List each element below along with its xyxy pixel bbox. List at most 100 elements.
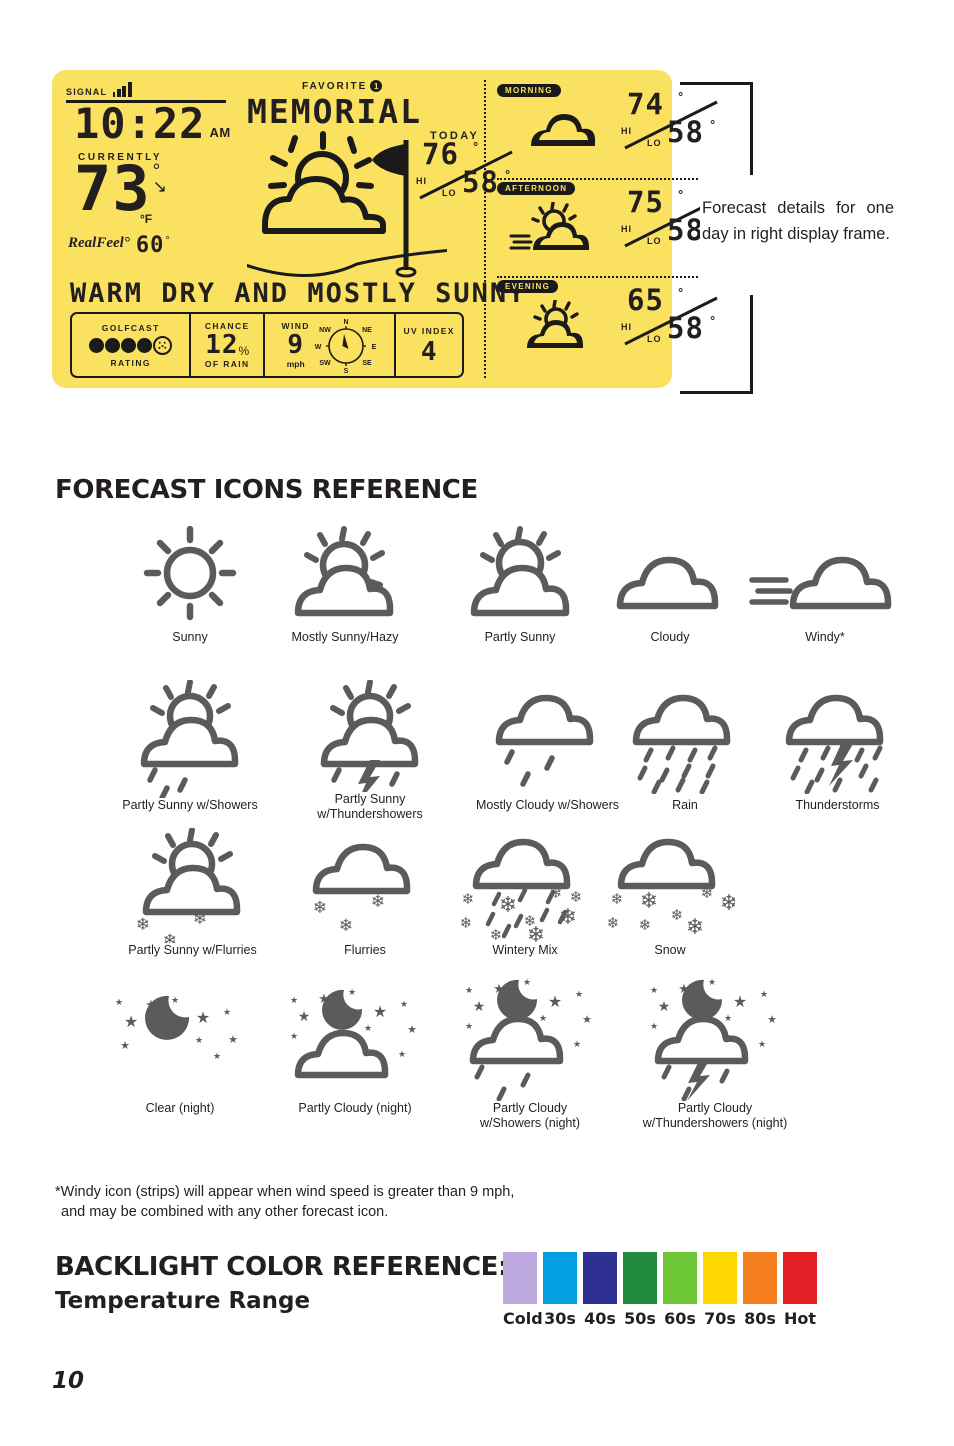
svg-text:★: ★: [760, 990, 768, 1000]
svg-text:❄: ❄: [640, 889, 658, 914]
icon-cell-partly-cloudy-thundershowers-night: ★ ★ ★ ★ ★ ★ ★ ★ ★ ★ Partly Cloudy w/Thun…: [600, 973, 830, 1131]
swatch-70s: 70s: [703, 1252, 737, 1328]
svg-text:❄: ❄: [371, 892, 385, 912]
svg-text:NE: NE: [362, 327, 372, 334]
windy-icon: [745, 525, 905, 630]
svg-text:❄: ❄: [460, 914, 472, 932]
icon-cell-clear-night: ★ ★ ★ ★ ★ ★ ★ ★ ★ ★ ★ ★ Clear (night): [95, 973, 265, 1116]
partly-sunny-windy-icon: [509, 202, 589, 250]
evening-hi-value: 65: [627, 283, 664, 317]
chance-value: 12: [205, 330, 239, 360]
icon-cell-snow: ❄ ❄ ❄ ❄ ❄ ❄ ❄ ❄ Snow: [585, 828, 755, 958]
icon-cell-partly-sunny-showers: Partly Sunny w/Showers: [95, 680, 285, 813]
icon-cell-windy: Windy*: [745, 525, 905, 645]
realfeel-degree-icon: °: [165, 235, 170, 247]
current-temp-value: 73: [74, 152, 151, 225]
icon-label: Rain: [672, 798, 698, 812]
footnote-line-2: and may be combined with any other forec…: [61, 1204, 389, 1220]
svg-text:★: ★: [115, 998, 123, 1008]
icon-row-2: Partly Sunny w/Showers Partly Sunny w/Th…: [55, 680, 900, 828]
forecast-banner-text: WARM DRY AND MOSTLY SUNNY: [70, 278, 527, 309]
page-number: 10: [52, 1368, 85, 1394]
degree-group: ° ↘: [153, 162, 167, 195]
icon-cell-partly-sunny-thundershowers: Partly Sunny w/Thundershowers: [280, 680, 460, 822]
icon-label: Partly Cloudy (night): [298, 1101, 412, 1115]
swatch-label: Hot: [783, 1309, 817, 1328]
icon-cell-partly-cloudy-showers-night: ★ ★ ★ ★ ★ ★ ★ ★ ★ ★ Partly Cloudy w/Show…: [440, 973, 620, 1131]
svg-text:★: ★: [650, 1022, 658, 1032]
uv-title: UV INDEX: [403, 325, 455, 336]
period-divider-1: [497, 178, 709, 180]
swatch-80s: 80s: [743, 1252, 777, 1328]
weather-station-lcd-display: SIGNAL 10:22 AM CURRENTLY 73 ° ↘ °F Real…: [52, 70, 718, 388]
svg-text:★: ★: [400, 1000, 408, 1010]
forecast-icons-heading: FORECAST ICONS REFERENCE: [55, 475, 478, 505]
partly-sunny-thundershowers-icon: [280, 680, 460, 792]
svg-text:❄: ❄: [611, 890, 624, 908]
swatch-label: 40s: [584, 1309, 616, 1328]
swatch-50s: 50s: [623, 1252, 657, 1328]
flurries-icon: ❄ ❄ ❄: [290, 828, 440, 943]
partly-sunny-icon: [527, 300, 583, 348]
backlight-subheading: Temperature Range: [55, 1288, 311, 1314]
icon-label: Partly Cloudy w/Showers (night): [479, 1101, 581, 1130]
course-name: MEMORIAL: [247, 92, 422, 131]
svg-text:★: ★: [298, 1009, 311, 1025]
current-temperature: 73 ° ↘: [74, 152, 167, 225]
afternoon-hi-tag: HI: [621, 224, 632, 234]
svg-text:★: ★: [708, 978, 716, 988]
icon-row-3: ❄ ❄ ❄ Partly Sunny w/Flurries ❄ ❄ ❄ Flurries: [55, 828, 900, 973]
svg-text:W: W: [315, 344, 322, 351]
svg-text:★: ★: [228, 1033, 238, 1046]
svg-text:❄: ❄: [639, 916, 652, 934]
icon-label: Clear (night): [145, 1101, 215, 1115]
wind-value: 9: [287, 330, 304, 360]
golfball-icon: [153, 335, 173, 355]
svg-text:★: ★: [171, 996, 179, 1006]
svg-text:★: ★: [523, 978, 531, 988]
sunny-icon: [115, 525, 265, 630]
swatch-30s: 30s: [543, 1252, 577, 1328]
rain-icon: [610, 680, 760, 798]
clock: 10:22 AM: [74, 103, 231, 145]
evening-lo-tag: LO: [647, 334, 662, 344]
svg-text:❄: ❄: [499, 893, 517, 918]
svg-text:❄: ❄: [163, 931, 177, 943]
today-hi-tag: HI: [416, 176, 427, 186]
swatch-label: Cold: [503, 1309, 543, 1328]
partly-cloudy-thundershowers-night-icon: ★ ★ ★ ★ ★ ★ ★ ★ ★ ★: [600, 973, 830, 1101]
icon-cell-mostly-sunny-hazy: Mostly Sunny/Hazy: [255, 525, 435, 645]
period-divider-2: [497, 276, 709, 278]
svg-text:★: ★: [582, 1013, 592, 1026]
morning-hi-tag: HI: [621, 126, 632, 136]
partly-sunny-showers-icon: [95, 680, 285, 798]
icon-label: Thunderstorms: [795, 798, 880, 812]
svg-text:★: ★: [678, 982, 690, 997]
icon-cell-sunny: Sunny: [115, 525, 265, 645]
icon-label: Partly Cloudy w/Thundershowers (night): [642, 1101, 788, 1130]
evening-hi-tag: HI: [621, 322, 632, 332]
golfcast-rating-dots: [89, 335, 173, 355]
svg-text:★: ★: [465, 1022, 473, 1032]
partly-cloudy-night-icon: ★ ★ ★ ★ ★ ★ ★ ★ ★ ★: [265, 973, 445, 1101]
svg-text:❄: ❄: [671, 906, 684, 924]
icon-label: Cloudy: [650, 630, 690, 644]
svg-text:★: ★: [120, 1039, 130, 1052]
partly-sunny-flurries-icon: ❄ ❄ ❄: [100, 828, 285, 943]
today-lo-value: 58: [462, 165, 499, 199]
swatch-40s: 40s: [583, 1252, 617, 1328]
favorite-label: FAVORITE: [302, 80, 368, 92]
period-tag-morning: MORNING: [497, 84, 561, 97]
svg-text:★: ★: [223, 1008, 231, 1018]
backlight-heading: BACKLIGHT COLOR REFERENCE:: [55, 1252, 508, 1282]
svg-text:★: ★: [161, 1024, 169, 1034]
today-hi-value: 76: [422, 137, 459, 171]
icon-row-1: Sunny Mostly Sunny/Hazy Partly Sunny Clo…: [55, 525, 900, 680]
period-tag-evening: EVENING: [497, 280, 559, 293]
svg-text:★: ★: [407, 1023, 417, 1036]
snow-icon: ❄ ❄ ❄ ❄ ❄ ❄ ❄ ❄: [585, 828, 755, 943]
afternoon-lo-tag: LO: [647, 236, 662, 246]
swatch-chip: [543, 1252, 577, 1304]
today-lo-tag: LO: [442, 188, 457, 198]
period-tag-afternoon: AFTERNOON: [497, 182, 576, 195]
